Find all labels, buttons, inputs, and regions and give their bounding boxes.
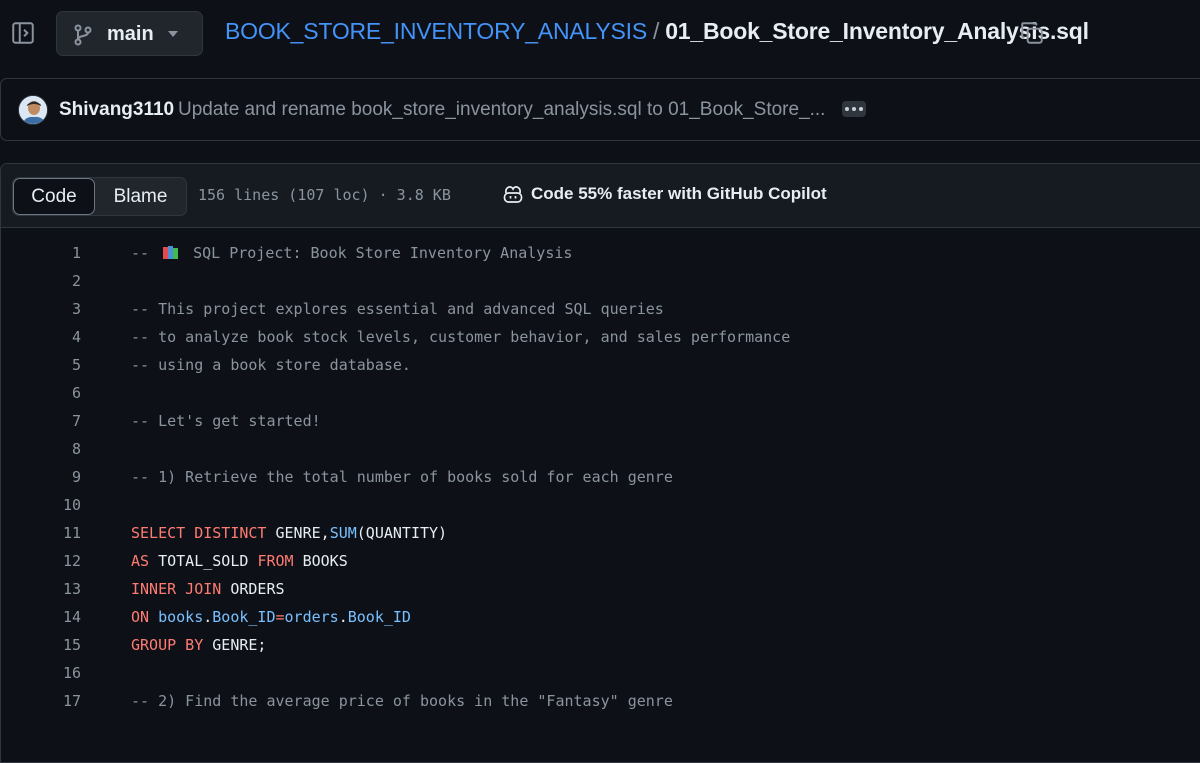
- latest-commit-bar: Shivang3110 Update and rename book_store…: [0, 78, 1200, 141]
- code-line: 1 -- SQL Project: Book Store Inventory An…: [1, 240, 1200, 268]
- git-branch-icon: [74, 24, 92, 46]
- line-content: -- 2) Find the average price of books in…: [131, 692, 673, 710]
- ellipsis-dot: [859, 107, 863, 111]
- ellipsis-icon: [845, 107, 849, 111]
- copy-icon: [1021, 22, 1043, 44]
- code-line: 3 -- This project explores essential and …: [1, 296, 1200, 324]
- avatar[interactable]: [18, 95, 48, 125]
- chevron-down-icon: [168, 31, 178, 37]
- line-number[interactable]: 15: [1, 636, 81, 654]
- line-number[interactable]: 9: [1, 468, 81, 486]
- code-line: 11 SELECT DISTINCT GENRE,SUM(QUANTITY): [1, 520, 1200, 548]
- line-number[interactable]: 6: [1, 384, 81, 402]
- ellipsis-dot: [852, 107, 856, 111]
- code-line: 15 GROUP BY GENRE;: [1, 632, 1200, 660]
- tab-blame[interactable]: Blame: [95, 178, 186, 215]
- line-number[interactable]: 17: [1, 692, 81, 710]
- line-content: -- to analyze book stock levels, custome…: [131, 328, 791, 346]
- breadcrumb-separator: /: [653, 18, 660, 44]
- line-number[interactable]: 16: [1, 664, 81, 682]
- copilot-icon: [503, 186, 523, 203]
- line-content: SELECT DISTINCT GENRE,SUM(QUANTITY): [131, 524, 448, 542]
- branch-name: main: [107, 23, 154, 45]
- sidebar-toggle-button[interactable]: [8, 18, 38, 48]
- line-content: GROUP BY GENRE;: [131, 636, 267, 654]
- line-content: -- using a book store database.: [131, 356, 411, 374]
- code-line: 5 -- using a book store database.: [1, 352, 1200, 380]
- file-toolbar: Code Blame 156 lines (107 loc) · 3.8 KB …: [1, 164, 1200, 228]
- user-avatar-icon: [19, 96, 47, 124]
- line-content: ON books.Book_ID=orders.Book_ID: [131, 608, 411, 626]
- breadcrumb: BOOK_STORE_INVENTORY_ANALYSIS/01_Book_St…: [225, 18, 1089, 45]
- code-listing[interactable]: 1 -- SQL Project: Book Store Inventory An…: [1, 240, 1200, 716]
- line-number[interactable]: 4: [1, 328, 81, 346]
- code-line: 7 -- Let's get started!: [1, 408, 1200, 436]
- line-content: -- 1) Retrieve the total number of books…: [131, 468, 673, 486]
- line-content: -- SQL Project: Book Store Inventory Ana…: [131, 244, 573, 262]
- copilot-promo-link[interactable]: Code 55% faster with GitHub Copilot: [502, 184, 827, 204]
- code-line: 4 -- to analyze book stock levels, custom…: [1, 324, 1200, 352]
- books-emoji-icon: [163, 246, 179, 259]
- line-number[interactable]: 3: [1, 300, 81, 318]
- code-line: 14 ON books.Book_ID=orders.Book_ID: [1, 604, 1200, 632]
- line-content: -- This project explores essential and a…: [131, 300, 664, 318]
- commit-message-link[interactable]: Update and rename book_store_inventory_a…: [178, 99, 825, 121]
- view-mode-toggle: Code Blame: [12, 177, 187, 216]
- code-line: 6: [1, 380, 1200, 408]
- code-line: 8: [1, 436, 1200, 464]
- file-stats: 156 lines (107 loc) · 3.8 KB: [198, 186, 451, 204]
- line-number[interactable]: 2: [1, 272, 81, 290]
- line-content: INNER JOIN ORDERS: [131, 580, 285, 598]
- line-number[interactable]: 12: [1, 552, 81, 570]
- commit-author-link[interactable]: Shivang3110: [59, 99, 174, 121]
- code-line: 9 -- 1) Retrieve the total number of book…: [1, 464, 1200, 492]
- file-path-header: main BOOK_STORE_INVENTORY_ANALYSIS/01_Bo…: [0, 0, 1200, 72]
- breadcrumb-repo-link[interactable]: BOOK_STORE_INVENTORY_ANALYSIS: [225, 18, 647, 44]
- line-content: -- Let's get started!: [131, 412, 321, 430]
- line-number[interactable]: 8: [1, 440, 81, 458]
- line-content: AS TOTAL_SOLD FROM BOOKS: [131, 552, 348, 570]
- copilot-promo-text: Code 55% faster with GitHub Copilot: [531, 184, 827, 203]
- copy-path-button[interactable]: [1019, 20, 1045, 46]
- line-number[interactable]: 11: [1, 524, 81, 542]
- line-number[interactable]: 14: [1, 608, 81, 626]
- code-line: 13 INNER JOIN ORDERS: [1, 576, 1200, 604]
- code-line: 16: [1, 660, 1200, 688]
- branch-selector-button[interactable]: main: [56, 11, 203, 56]
- line-number[interactable]: 7: [1, 412, 81, 430]
- line-number[interactable]: 5: [1, 356, 81, 374]
- code-line: 2: [1, 268, 1200, 296]
- file-viewer: Code Blame 156 lines (107 loc) · 3.8 KB …: [0, 163, 1200, 763]
- code-line: 10: [1, 492, 1200, 520]
- line-number[interactable]: 1: [1, 244, 81, 262]
- code-line: 17 -- 2) Find the average price of books …: [1, 688, 1200, 716]
- expand-commit-button[interactable]: [842, 101, 866, 117]
- sidebar-expand-icon: [12, 22, 34, 44]
- line-number[interactable]: 10: [1, 496, 81, 514]
- tab-code[interactable]: Code: [13, 178, 95, 215]
- line-number[interactable]: 13: [1, 580, 81, 598]
- code-line: 12 AS TOTAL_SOLD FROM BOOKS: [1, 548, 1200, 576]
